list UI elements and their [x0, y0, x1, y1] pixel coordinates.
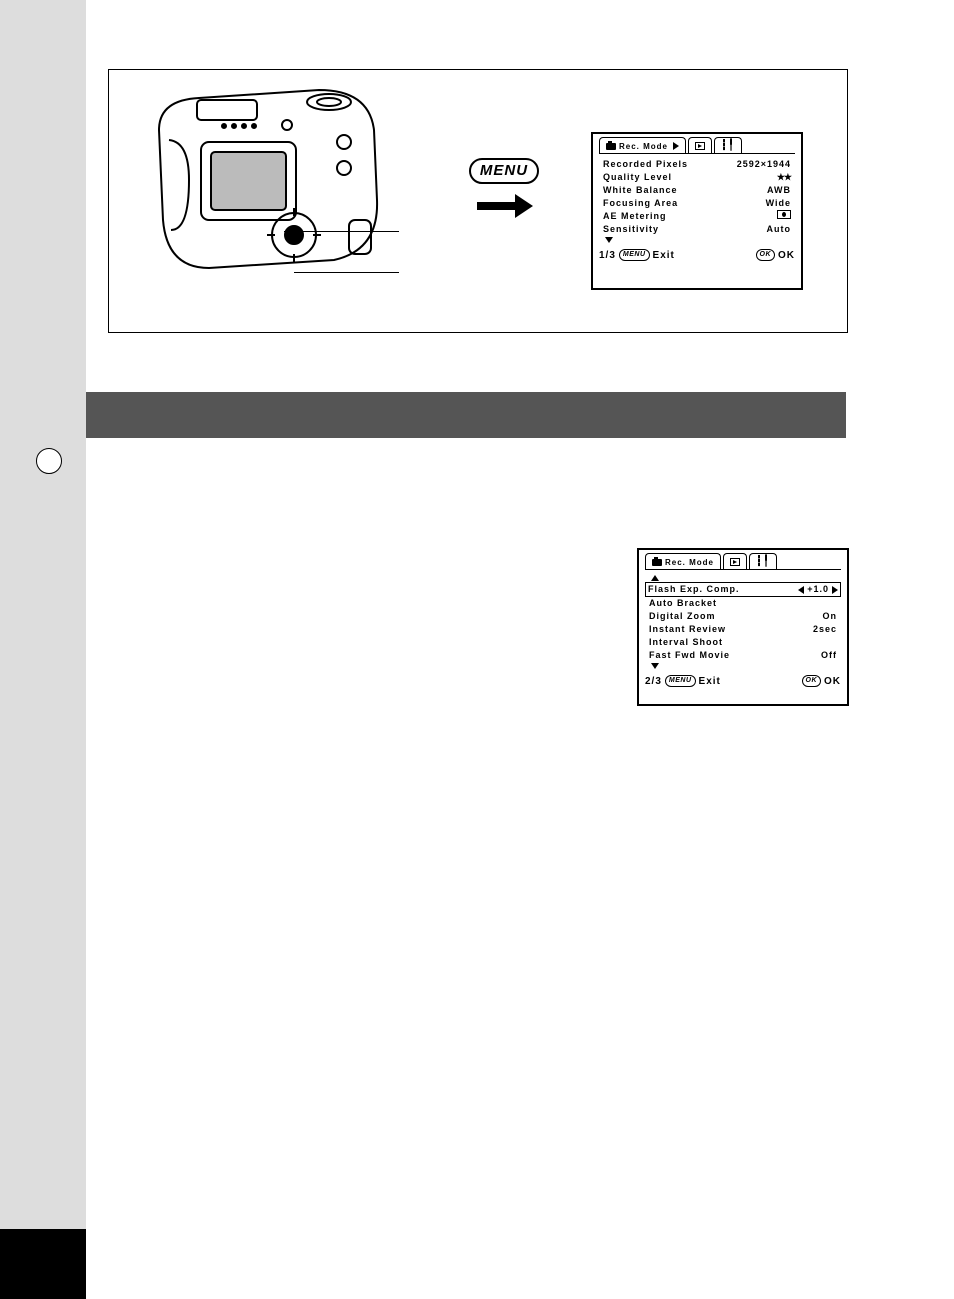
menu-tabs: Rec. Mode ┇╿	[639, 550, 847, 569]
menu-item-label: Focusing Area	[603, 197, 678, 210]
camera-icon	[652, 559, 662, 566]
lcd-screen-1: Rec. Mode ┇╿ Recorded Pixels 2592×1944 Q…	[591, 132, 803, 290]
chevron-left-icon[interactable]	[798, 586, 804, 594]
more-above-indicator	[647, 574, 839, 582]
page-indicator: 2/3	[645, 676, 662, 687]
page-indicator: 1/3	[599, 250, 616, 261]
menu-body: Recorded Pixels 2592×1944 Quality Level …	[599, 153, 795, 246]
menu-item-value: Auto	[767, 223, 792, 236]
menu-item-value: 2592×1944	[737, 158, 791, 171]
menu-tabs: Rec. Mode ┇╿	[593, 134, 801, 153]
page-sidebar	[0, 0, 86, 1299]
menu-item-label: Auto Bracket	[649, 597, 717, 610]
ok-label: OK	[778, 250, 795, 261]
sidebar-footer-block	[0, 1229, 86, 1299]
menu-item[interactable]: Recorded Pixels 2592×1944	[601, 158, 793, 171]
exit-label: Exit	[653, 250, 675, 261]
menu-item-label: AE Metering	[603, 210, 667, 223]
menu-pill-icon: MENU	[619, 249, 650, 261]
chevron-right-icon	[673, 142, 679, 150]
menu-item-value: Wide	[766, 197, 791, 210]
menu-item-value-wrap: +1.0	[798, 583, 838, 596]
menu-item-label: Quality Level	[603, 171, 672, 184]
menu-item[interactable]: Auto Bracket	[647, 597, 839, 610]
menu-item-selected[interactable]: Flash Exp. Comp. +1.0	[645, 582, 841, 597]
section-tab-marker	[36, 448, 62, 474]
menu-item[interactable]: Fast Fwd Movie Off	[647, 649, 839, 662]
menu-item-label: Instant Review	[649, 623, 726, 636]
figure-panel: MENU Rec. Mode ┇╿ Recorded Pixels 2592×1…	[108, 69, 848, 333]
menu-item-value: ★★	[777, 171, 791, 184]
menu-item-label: Interval Shoot	[649, 636, 723, 649]
playback-icon	[695, 142, 705, 150]
menu-item-label: Recorded Pixels	[603, 158, 688, 171]
menu-item-value: +1.0	[807, 583, 829, 596]
menu-item[interactable]: Instant Review 2sec	[647, 623, 839, 636]
menu-item[interactable]: AE Metering	[601, 210, 793, 223]
lcd-screen-2: Rec. Mode ┇╿ Flash Exp. Comp. +1.0 Auto …	[637, 548, 849, 706]
menu-item-value	[777, 210, 791, 223]
playback-icon	[730, 558, 740, 566]
metering-icon	[777, 210, 791, 219]
wrench-icon: ┇╿	[756, 558, 770, 566]
tab-setup[interactable]: ┇╿	[749, 553, 777, 569]
menu-item[interactable]: White Balance AWB	[601, 184, 793, 197]
tab-label: Rec. Mode	[665, 558, 714, 567]
callout-line	[294, 272, 399, 273]
arrow-right-icon	[477, 194, 533, 223]
ok-label: OK	[824, 676, 841, 687]
tab-playback[interactable]	[723, 553, 747, 569]
wrench-icon: ┇╿	[721, 142, 735, 150]
callout-line	[284, 231, 399, 232]
menu-item-value: 2sec	[813, 623, 837, 636]
menu-item-label: Sensitivity	[603, 223, 659, 236]
menu-footer: 1/3 MENU Exit OK OK	[593, 246, 801, 265]
menu-item-value: On	[823, 610, 838, 623]
camera-illustration	[139, 80, 419, 280]
menu-item[interactable]: Focusing Area Wide	[601, 197, 793, 210]
tab-rec-mode[interactable]: Rec. Mode	[599, 137, 686, 153]
menu-body: Flash Exp. Comp. +1.0 Auto Bracket Digit…	[645, 569, 841, 672]
more-below-indicator	[601, 236, 793, 244]
menu-item-label: Flash Exp. Comp.	[648, 583, 740, 596]
menu-item[interactable]: Sensitivity Auto	[601, 223, 793, 236]
menu-item[interactable]: Quality Level ★★	[601, 171, 793, 184]
exit-label: Exit	[699, 676, 721, 687]
tab-label: Rec. Mode	[619, 142, 668, 151]
menu-item-label: White Balance	[603, 184, 678, 197]
tab-rec-mode[interactable]: Rec. Mode	[645, 553, 721, 569]
section-heading-band	[86, 392, 846, 438]
more-below-indicator	[647, 662, 839, 670]
ok-pill-icon: OK	[756, 249, 776, 261]
menu-pill-icon: MENU	[665, 675, 696, 687]
menu-item-label: Digital Zoom	[649, 610, 716, 623]
ok-pill-icon: OK	[802, 675, 822, 687]
menu-item-value: AWB	[767, 184, 791, 197]
menu-item[interactable]: Digital Zoom On	[647, 610, 839, 623]
menu-item[interactable]: Interval Shoot	[647, 636, 839, 649]
camera-icon	[606, 143, 616, 150]
menu-item-value: Off	[821, 649, 837, 662]
tab-setup[interactable]: ┇╿	[714, 137, 742, 153]
menu-item-label: Fast Fwd Movie	[649, 649, 730, 662]
menu-footer: 2/3 MENU Exit OK OK	[639, 672, 847, 691]
chevron-right-icon[interactable]	[832, 586, 838, 594]
menu-button-label: MENU	[469, 158, 539, 184]
tab-playback[interactable]	[688, 137, 712, 153]
